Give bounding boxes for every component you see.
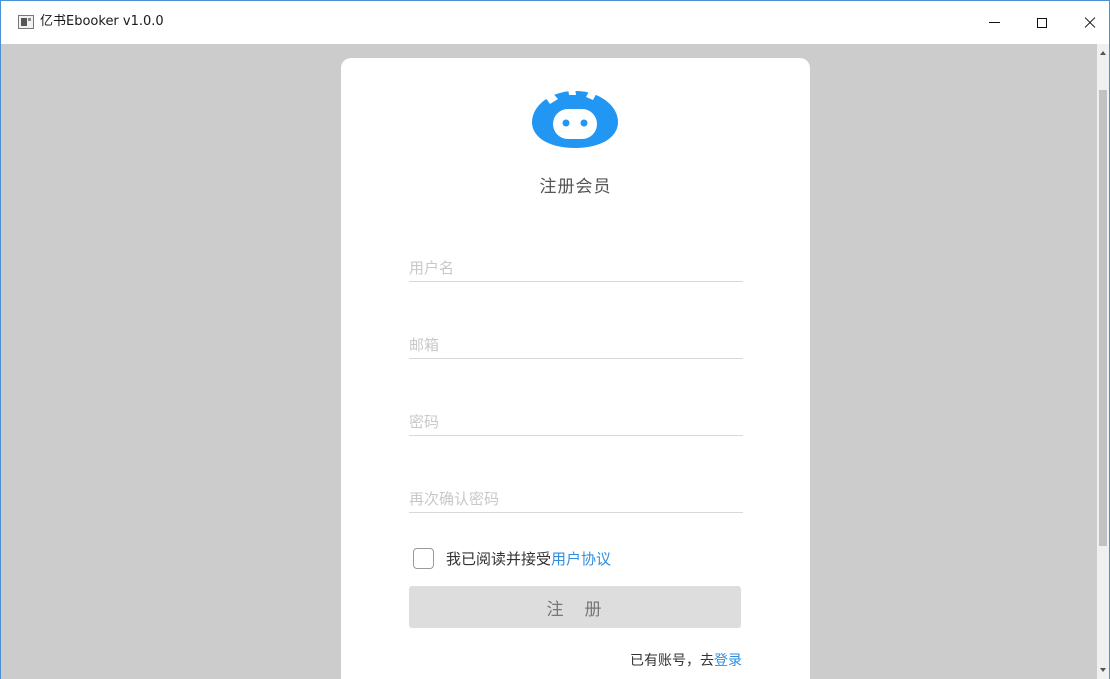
title-bar[interactable]: 亿书Ebooker v1.0.0	[1, 1, 1109, 44]
scroll-up-arrow-icon	[1100, 51, 1106, 55]
close-icon	[1084, 17, 1096, 29]
scroll-thumb[interactable]	[1099, 90, 1107, 546]
agreement-row: 我已阅读并接受 用户协议	[413, 546, 611, 570]
username-input[interactable]	[409, 254, 743, 282]
register-button[interactable]: 注 册	[409, 586, 741, 628]
password-input[interactable]	[409, 408, 743, 436]
register-title: 注册会员	[539, 177, 612, 197]
minimize-icon	[988, 22, 1000, 23]
has-account-label: 已有账号，去	[630, 653, 714, 669]
login-prompt: 已有账号，去登录	[630, 650, 742, 670]
app-window: 亿书Ebooker v1.0.0 注册会员 用户名 邮箱 我已阅读并接受 用户协…	[0, 0, 1110, 679]
user-agreement-link[interactable]: 用户协议	[551, 548, 611, 569]
maximize-icon	[1037, 17, 1047, 28]
main-content: 注册会员 我已阅读并接受 用户协议 注 册 已有账号，去登录	[1, 44, 1097, 679]
email-input[interactable]	[409, 331, 743, 359]
close-button[interactable]	[1067, 1, 1110, 44]
maximize-button[interactable]	[1019, 1, 1065, 44]
agree-checkbox[interactable]	[413, 547, 434, 569]
vertical-scrollbar[interactable]	[1097, 44, 1109, 679]
scroll-down-arrow-icon	[1100, 668, 1106, 672]
login-link[interactable]: 登录	[714, 653, 742, 669]
robot-face-logo-icon	[532, 80, 618, 148]
scroll-down-button[interactable]	[1097, 661, 1109, 679]
window-title: 亿书Ebooker v1.0.0	[40, 14, 164, 29]
agree-label: 我已阅读并接受	[446, 549, 552, 568]
minimize-button[interactable]	[971, 1, 1017, 44]
confirm-password-input[interactable]	[409, 485, 743, 513]
register-card: 注册会员 我已阅读并接受 用户协议 注 册 已有账号，去登录	[341, 58, 810, 679]
app-window-icon	[18, 15, 34, 29]
scroll-up-button[interactable]	[1097, 44, 1109, 62]
